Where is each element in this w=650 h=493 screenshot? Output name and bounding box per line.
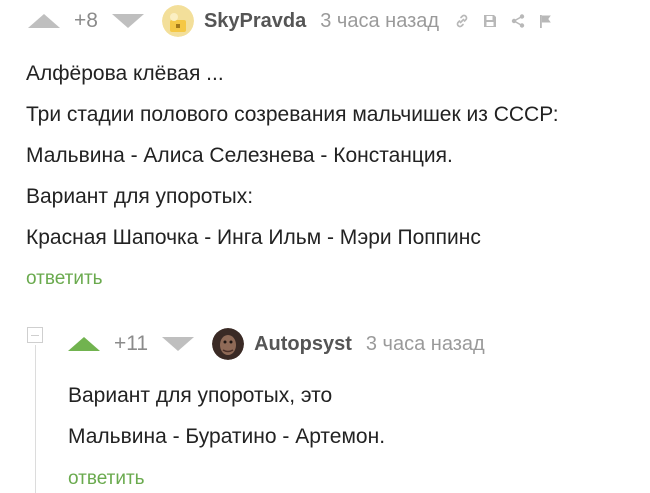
flag-icon[interactable] (537, 12, 555, 30)
thread-line[interactable] (35, 345, 36, 493)
share-icon[interactable] (509, 12, 527, 30)
reply-rating: +11 (114, 332, 149, 355)
link-icon[interactable] (453, 12, 471, 30)
downvote-button[interactable] (162, 337, 195, 351)
reply-line: Мальвина - Буратино - Артемон. (68, 425, 386, 448)
comment-text: Алфёрова клёвая ... Три стадии полового … (26, 53, 559, 258)
upvote-button[interactable] (68, 337, 100, 351)
avatar[interactable] (161, 5, 194, 37)
avatar[interactable] (212, 328, 245, 360)
comment-tools (453, 12, 555, 30)
comment-line: Три стадии полового созревания мальчишек… (26, 103, 559, 126)
comment-line: Красная Шапочка - Инга Ильм - Мэри Поппи… (26, 226, 481, 249)
author-name[interactable]: Autopsyst (254, 333, 352, 356)
collapse-thread-button[interactable] (27, 327, 43, 343)
author-name[interactable]: SkyPravda (204, 10, 306, 33)
reply-button[interactable]: ответить (26, 268, 103, 290)
reply-text: Вариант для упоротых, это Мальвина - Бур… (68, 375, 385, 457)
reply-button[interactable]: ответить (68, 468, 145, 490)
comment-line: Мальвина - Алиса Селезнева - Констанция. (26, 144, 453, 167)
save-icon[interactable] (481, 12, 499, 30)
downvote-button[interactable] (111, 14, 144, 28)
reply-timestamp[interactable]: 3 часа назад (366, 333, 485, 356)
comment-timestamp[interactable]: 3 часа назад (320, 10, 439, 33)
reply-line: Вариант для упоротых, это (68, 384, 333, 407)
comment-header: +8 SkyPravda 3 часа назад (28, 3, 555, 39)
reply-header: +11 Autopsyst 3 часа назад (68, 326, 485, 362)
comment-line: Вариант для упоротых: (26, 185, 254, 208)
comment-line: Алфёрова клёвая ... (26, 62, 224, 85)
comment-rating: +8 (74, 9, 98, 32)
upvote-button[interactable] (28, 14, 60, 28)
